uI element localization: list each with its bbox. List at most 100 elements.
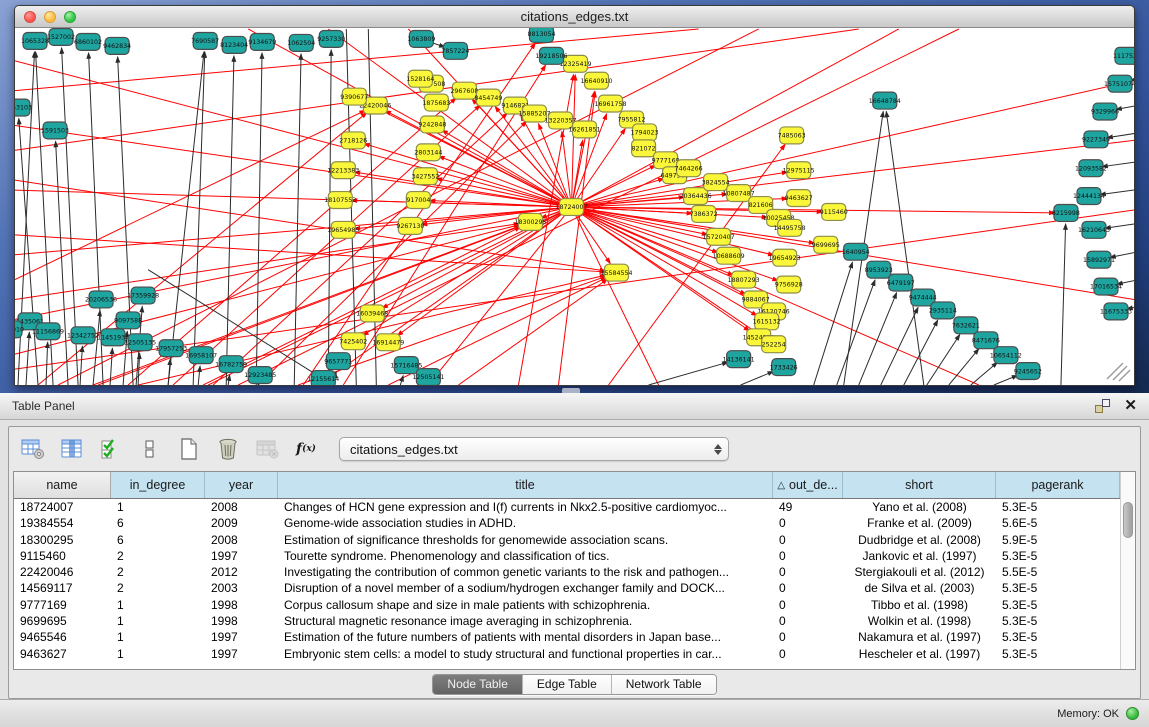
table-panel-title: Table Panel xyxy=(12,399,1095,413)
cell-title: Disruption of a novel member of a sodium… xyxy=(278,580,773,596)
table-mode-icon[interactable] xyxy=(21,438,45,460)
svg-text:15716485: 15716485 xyxy=(390,362,422,369)
column-header-out_de[interactable]: △out_de... xyxy=(773,472,843,498)
svg-text:15885207: 15885207 xyxy=(518,111,550,118)
svg-text:1528164: 1528164 xyxy=(406,76,434,83)
cell-year: 2008 xyxy=(205,499,278,515)
cell-out_de: 0 xyxy=(773,564,843,580)
table-row[interactable]: 969969511998Structural magnetic resonanc… xyxy=(14,613,1120,629)
svg-text:2718126: 2718126 xyxy=(339,138,367,145)
svg-text:7464266: 7464266 xyxy=(675,165,703,172)
network-window-title: citations_edges.txt xyxy=(15,6,1134,27)
memory-status-label: Memory: OK xyxy=(1057,708,1119,720)
function-builder-icon[interactable]: f(x) xyxy=(294,438,318,460)
table-row[interactable]: 946554611997Estimation of the future num… xyxy=(14,629,1120,645)
cell-out_de: 0 xyxy=(773,580,843,596)
svg-text:19654985: 19654985 xyxy=(327,227,359,234)
cell-in_degree: 1 xyxy=(111,597,205,613)
table-row[interactable]: 1872400712008Changes of HCN gene express… xyxy=(14,499,1120,515)
cell-out_de: 0 xyxy=(773,548,843,564)
svg-text:9115460: 9115460 xyxy=(820,209,848,216)
svg-text:12155614: 12155614 xyxy=(307,376,339,383)
cell-title: Structural magnetic resonance image aver… xyxy=(278,613,773,629)
svg-text:13220357: 13220357 xyxy=(544,118,576,125)
new-column-icon[interactable] xyxy=(177,438,201,460)
column-header-year[interactable]: year xyxy=(205,472,278,498)
cell-short: Yano et al. (2008) xyxy=(843,499,996,515)
cell-short: de Silva et al. (2003) xyxy=(843,580,996,596)
cell-pagerank: 5.3E-5 xyxy=(996,613,1120,629)
table-selector-dropdown[interactable]: citations_edges.txt xyxy=(339,437,729,461)
sort-ascending-icon: △ xyxy=(777,480,785,491)
zoom-window-icon[interactable] xyxy=(64,11,76,23)
minimize-window-icon[interactable] xyxy=(44,11,56,23)
cell-title: Estimation of significance thresholds fo… xyxy=(278,532,773,548)
table-row[interactable]: 977716911998Corpus callosum shape and si… xyxy=(14,597,1120,613)
node-table-header[interactable]: namein_degreeyeartitle△out_de...shortpag… xyxy=(14,472,1120,499)
svg-text:6860102: 6860102 xyxy=(74,39,102,46)
svg-text:16961758: 16961758 xyxy=(595,101,627,108)
svg-text:3913910: 3913910 xyxy=(15,327,24,334)
tab-edge-table[interactable]: Edge Table xyxy=(522,675,611,694)
clear-selection-icon[interactable] xyxy=(138,438,162,460)
column-header-name[interactable]: name xyxy=(14,472,111,498)
delete-table-icon[interactable] xyxy=(255,438,279,460)
table-panel-header: Table Panel ✕ xyxy=(0,393,1149,420)
table-row[interactable]: 1456911722003Disruption of a novel membe… xyxy=(14,580,1120,596)
table-scrollbar-thumb[interactable] xyxy=(1123,502,1133,538)
table-row[interactable]: 1938455462009Genome-wide association stu… xyxy=(14,515,1120,531)
close-window-icon[interactable] xyxy=(24,11,36,23)
table-panel: Table Panel ✕ xyxy=(0,393,1149,727)
network-window-titlebar[interactable]: citations_edges.txt xyxy=(15,6,1134,28)
table-row[interactable]: 946362711997Embryonic stem cells: a mode… xyxy=(14,646,1120,662)
svg-text:16210643: 16210643 xyxy=(1078,227,1110,234)
table-row[interactable]: 2242004622012Investigating the contribut… xyxy=(14,564,1120,580)
svg-text:1615132: 1615132 xyxy=(753,319,781,326)
delete-column-icon[interactable] xyxy=(216,438,240,460)
svg-text:9267130: 9267130 xyxy=(396,223,424,230)
cell-pagerank: 5.3E-5 xyxy=(996,580,1120,596)
cell-name: 9463627 xyxy=(14,646,111,662)
cell-short: Stergiakouli et al. (2012) xyxy=(843,564,996,580)
column-header-short[interactable]: short xyxy=(843,472,996,498)
svg-text:9777169: 9777169 xyxy=(652,157,680,164)
svg-text:12342757: 12342757 xyxy=(67,332,99,339)
svg-text:1875683: 1875683 xyxy=(422,100,450,107)
float-panel-icon[interactable] xyxy=(1095,399,1110,413)
status-bar: Memory: OK xyxy=(0,699,1149,727)
column-header-pagerank[interactable]: pagerank xyxy=(996,472,1120,498)
svg-text:1062504: 1062504 xyxy=(287,40,315,47)
column-header-in_degree[interactable]: in_degree xyxy=(111,472,205,498)
svg-text:2803144: 2803144 xyxy=(414,150,442,157)
cell-pagerank: 5.3E-5 xyxy=(996,499,1120,515)
cell-title: Investigating the contribution of common… xyxy=(278,564,773,580)
table-panel-frame: f(x) citations_edges.txt namein_degreeye… xyxy=(8,426,1141,699)
cell-out_de: 0 xyxy=(773,646,843,662)
tab-node-table[interactable]: Node Table xyxy=(433,675,522,694)
tab-network-table[interactable]: Network Table xyxy=(611,675,716,694)
svg-text:15751074: 15751074 xyxy=(1104,81,1134,88)
cell-year: 2003 xyxy=(205,580,278,596)
column-header-title[interactable]: title xyxy=(278,472,773,498)
table-scrollbar[interactable] xyxy=(1120,472,1135,669)
network-canvas[interactable]: 1872400718300295155845542242004693906772… xyxy=(15,28,1134,385)
table-row[interactable]: 911546021997Tourette syndrome. Phenomeno… xyxy=(14,548,1120,564)
network-window[interactable]: citations_edges.txt 18724007183002951558… xyxy=(14,5,1135,386)
svg-text:1117520: 1117520 xyxy=(1113,53,1134,60)
cell-title: Changes of HCN gene expression and I(f) … xyxy=(278,499,773,515)
cell-year: 1997 xyxy=(205,646,278,662)
show-columns-icon[interactable] xyxy=(60,438,84,460)
cell-out_de: 0 xyxy=(773,597,843,613)
table-tab-bar: Node TableEdge TableNetwork Table xyxy=(9,670,1140,698)
cell-short: Tibbo et al. (1998) xyxy=(843,597,996,613)
table-row[interactable]: 1830029562008Estimation of significance … xyxy=(14,532,1120,548)
svg-text:9329966: 9329966 xyxy=(1091,109,1119,116)
svg-text:9463627: 9463627 xyxy=(785,195,813,202)
select-all-icon[interactable] xyxy=(99,438,123,460)
svg-text:3824554: 3824554 xyxy=(702,179,730,186)
node-table: namein_degreeyeartitle△out_de...shortpag… xyxy=(13,471,1136,670)
svg-text:9242848: 9242848 xyxy=(418,122,446,129)
close-panel-icon[interactable]: ✕ xyxy=(1124,399,1137,413)
cell-title: Genome-wide association studies in ADHD. xyxy=(278,515,773,531)
cell-name: 9699695 xyxy=(14,613,111,629)
